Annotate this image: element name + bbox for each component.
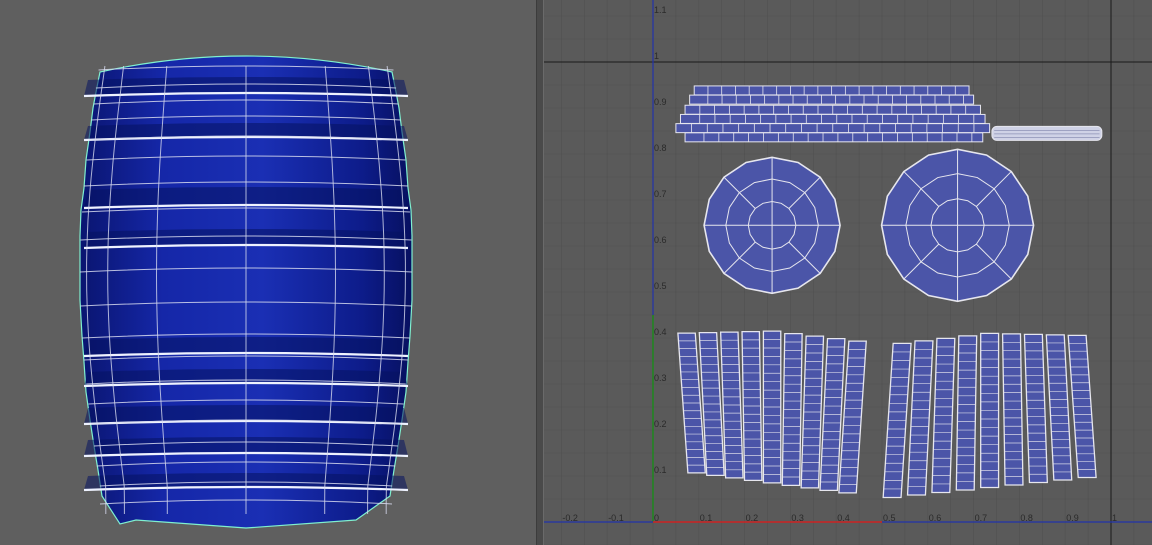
v-tick-label: 0.1	[654, 465, 667, 475]
u-tick-label: 0.4	[837, 513, 850, 523]
u-tick-label: 0.9	[1066, 513, 1079, 523]
uv-hoop-strip	[684, 132, 984, 143]
uv-small-strip	[991, 125, 1103, 141]
u-tick-label: 0.7	[975, 513, 988, 523]
v-tick-label: 0.4	[654, 327, 667, 337]
v-tick-label: 0.7	[654, 189, 667, 199]
u-tick-label: 0.5	[883, 513, 896, 523]
u-tick-label: 0.3	[791, 513, 804, 523]
u-tick-label: -0.2	[562, 513, 578, 523]
u-tick-label: 1	[1112, 513, 1117, 523]
barrel-mesh[interactable]	[0, 0, 536, 545]
v-tick-label: 1	[654, 51, 659, 61]
uv-editor-canvas[interactable]: 1.1 1 0.9 0.8 0.7 0.6 0.5 0.4 0.3 0.2 0.1 -0.2 -0.1 0…	[544, 0, 1152, 545]
v-tick-label: 0.5	[654, 281, 667, 291]
panel-splitter[interactable]	[536, 0, 544, 545]
uv-editor-panel[interactable]: 1.1 1 0.9 0.8 0.7 0.6 0.5 0.4 0.3 0.2 0.1 -0.2 -0.1 0…	[544, 0, 1152, 545]
uv-hoop-strip	[689, 94, 975, 105]
u-tick-label: 0.2	[746, 513, 759, 523]
v-tick-label: 0.6	[654, 235, 667, 245]
u-tick-label: -0.1	[608, 513, 624, 523]
v-tick-label: 0.8	[654, 143, 667, 153]
uv-hoop-strip	[679, 113, 986, 124]
u-tick-label: 0	[654, 513, 659, 523]
v-tick-label: 1.1	[654, 5, 667, 15]
u-tick-label: 0.1	[700, 513, 713, 523]
perspective-viewport[interactable]	[0, 0, 536, 545]
v-tick-label: 0.2	[654, 419, 667, 429]
u-tick-label: 0.8	[1020, 513, 1033, 523]
v-tick-label: 0.9	[654, 97, 667, 107]
v-tick-label: 0.3	[654, 373, 667, 383]
u-tick-label: 0.6	[929, 513, 942, 523]
